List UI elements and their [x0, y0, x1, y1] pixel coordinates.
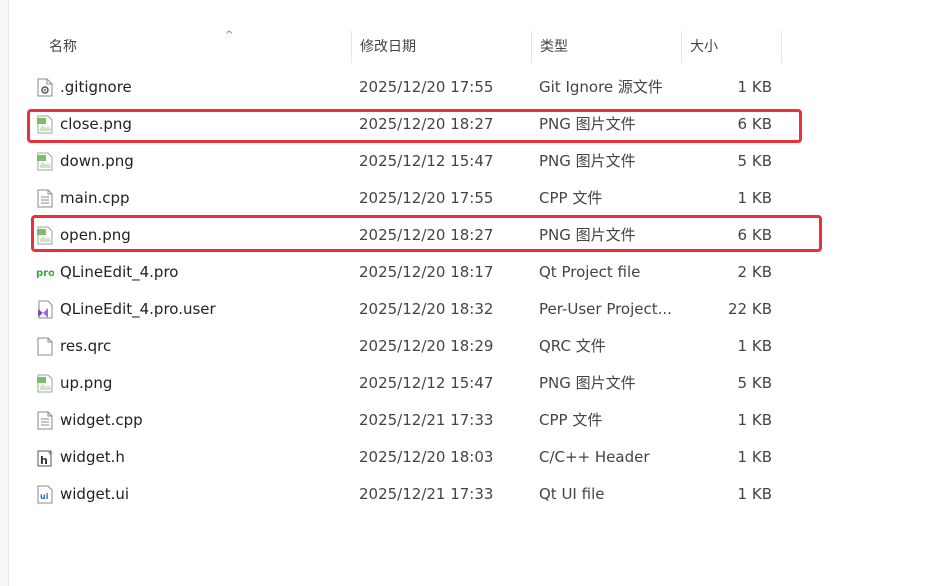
visual-studio-file-icon: [36, 300, 54, 319]
column-header-type-label: 类型: [540, 39, 568, 55]
navigation-pane-edge: [0, 0, 9, 586]
highlight-box-open-png: [31, 215, 822, 252]
column-header-size[interactable]: 大小: [682, 31, 782, 63]
file-name: res.qrc: [60, 337, 112, 355]
file-date: 2025/12/20 18:29: [359, 337, 494, 355]
file-row[interactable]: main.cpp 2025/12/20 17:55 CPP 文件 1 KB: [30, 180, 800, 216]
file-date: 2025/12/20 17:55: [359, 78, 494, 96]
pro-file-icon: pro: [36, 263, 55, 282]
file-row[interactable]: widget.cpp 2025/12/21 17:33 CPP 文件 1 KB: [30, 402, 800, 438]
file-row[interactable]: res.qrc 2025/12/20 18:29 QRC 文件 1 KB: [30, 328, 800, 364]
image-file-icon: [36, 374, 54, 393]
file-type: Qt Project file: [539, 263, 641, 281]
highlight-box-close-png: [27, 109, 802, 143]
file-date: 2025/12/12 15:47: [359, 374, 494, 392]
svg-text:pro: pro: [36, 268, 54, 279]
file-type: Git Ignore 源文件: [539, 78, 663, 96]
column-header-date-label: 修改日期: [360, 39, 416, 55]
column-header-name[interactable]: 名称 ^: [41, 31, 352, 63]
file-name: up.png: [60, 374, 113, 392]
text-file-icon: [36, 411, 54, 430]
file-size: 1 KB: [737, 337, 772, 355]
file-type: Qt UI file: [539, 485, 605, 503]
gear-file-icon: [36, 78, 54, 97]
file-size: 22 KB: [728, 300, 772, 318]
file-row[interactable]: h++widget.h 2025/12/20 18:03 C/C++ Header 1…: [30, 439, 800, 475]
file-date: 2025/12/20 17:55: [359, 189, 494, 207]
header-file-icon: h++: [36, 448, 59, 467]
file-name: QLineEdit_4.pro.user: [60, 300, 216, 318]
file-date: 2025/12/20 18:32: [359, 300, 494, 318]
file-size: 1 KB: [737, 78, 772, 96]
ui-file-icon: ui: [36, 485, 54, 504]
file-type: Per-User Project...: [539, 300, 672, 318]
file-size: 1 KB: [737, 189, 772, 207]
file-row[interactable]: ui widget.ui 2025/12/21 17:33 Qt UI file 1 K…: [30, 476, 800, 512]
svg-text:++: ++: [47, 449, 54, 457]
file-name: .gitignore: [60, 78, 132, 96]
column-header-size-label: 大小: [690, 39, 718, 55]
text-file-icon: [36, 189, 54, 208]
file-name: widget.h: [60, 448, 125, 466]
file-date: 2025/12/21 17:33: [359, 411, 494, 429]
file-row[interactable]: up.png 2025/12/12 15:47 PNG 图片文件 5 KB: [30, 365, 800, 401]
file-date: 2025/12/20 18:03: [359, 448, 494, 466]
file-size: 5 KB: [737, 152, 772, 170]
file-name: main.cpp: [60, 189, 130, 207]
column-header-bar: 名称 ^ 修改日期 类型 大小: [9, 31, 940, 63]
image-file-icon: [36, 152, 54, 171]
file-type: CPP 文件: [539, 189, 603, 207]
file-size: 5 KB: [737, 374, 772, 392]
file-date: 2025/12/12 15:47: [359, 152, 494, 170]
file-date: 2025/12/20 18:17: [359, 263, 494, 281]
file-type: C/C++ Header: [539, 448, 650, 466]
column-divider[interactable]: [781, 31, 782, 63]
column-header-date[interactable]: 修改日期: [352, 31, 532, 63]
column-header-type[interactable]: 类型: [532, 31, 682, 63]
file-row[interactable]: down.png 2025/12/12 15:47 PNG 图片文件 5 KB: [30, 143, 800, 179]
file-type: PNG 图片文件: [539, 374, 636, 392]
file-size: 1 KB: [737, 485, 772, 503]
file-name: QLineEdit_4.pro: [60, 263, 179, 281]
file-size: 1 KB: [737, 448, 772, 466]
file-name: down.png: [60, 152, 134, 170]
file-row[interactable]: QLineEdit_4.pro.user 2025/12/20 18:32 Per-…: [30, 291, 800, 327]
file-explorer-window: 名称 ^ 修改日期 类型 大小 .gitignore 2025/12/20 17:…: [0, 0, 940, 586]
file-size: 2 KB: [737, 263, 772, 281]
file-date: 2025/12/21 17:33: [359, 485, 494, 503]
file-name: widget.cpp: [60, 411, 143, 429]
file-name: widget.ui: [60, 485, 130, 503]
svg-text:ui: ui: [40, 492, 49, 501]
sort-ascending-icon: ^: [225, 30, 234, 41]
column-header-name-label: 名称: [49, 39, 77, 55]
blank-file-icon: [36, 337, 54, 356]
file-type: PNG 图片文件: [539, 152, 636, 170]
file-size: 1 KB: [737, 411, 772, 429]
file-row[interactable]: .gitignore 2025/12/20 17:55 Git Ignore 源文件…: [30, 69, 800, 105]
file-type: QRC 文件: [539, 337, 606, 355]
file-row[interactable]: pro QLineEdit_4.pro 2025/12/20 18:17 Qt Pro…: [30, 254, 800, 290]
file-type: CPP 文件: [539, 411, 603, 429]
